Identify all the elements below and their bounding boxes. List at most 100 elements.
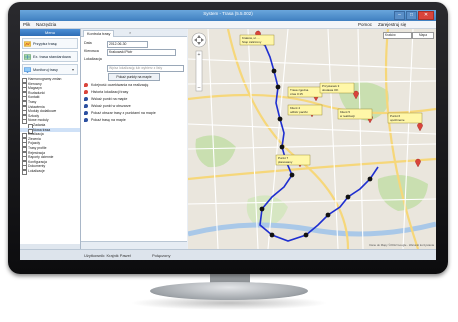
standard-route-label: Ex. trasa standardowa — [33, 54, 71, 59]
title-bar: System - Trasa (5.5.002) – □ ✕ — [20, 10, 436, 21]
tree-item[interactable]: Lokalizacje — [20, 169, 80, 175]
window-title: System - Trasa (5.5.002) — [203, 11, 253, 16]
map-options-list: Kolejność oczekiwania na realizację Histo… — [81, 82, 187, 123]
status-bar: Użytkownik: Krajnik Paweł Połączony — [20, 249, 436, 260]
location-label: Lokalizacja — [84, 57, 102, 61]
map-option-label: Wskaż punkt na mapie — [91, 96, 128, 101]
map-info-popup[interactable]: Punkt 6opóźnienie — [387, 112, 423, 124]
route-stop-marker[interactable] — [289, 172, 295, 178]
driver-select[interactable]: Krakowski Piotr — [107, 48, 176, 56]
map-option-item[interactable]: Wskaż punkt na mapie — [81, 96, 187, 102]
driver-row: Kierowca Krakowski Piotr — [81, 48, 187, 56]
maximize-button[interactable]: □ — [406, 11, 417, 20]
popup-text: Stop zaliczony — [242, 40, 262, 44]
map-type-select[interactable]: Mapa — [412, 32, 434, 39]
stage: System - Trasa (5.5.002) – □ ✕ Plik Narz… — [0, 0, 458, 322]
map-option-item[interactable]: Pokaż obszar trasy z punktami na mapie — [81, 110, 187, 116]
navigation-tree: Harmonogramy zmian Kierowcy Magazyn Rozładu… — [20, 77, 80, 175]
popup-text: opóźnienie — [390, 118, 405, 122]
action-row: Pokaż punkty na mapie — [81, 73, 187, 81]
date-field[interactable]: 2012-06-30 — [107, 40, 148, 48]
popup-text: w realizacji — [340, 114, 355, 118]
monitor-routes-label: Monitoruj trasy — [33, 67, 58, 72]
monitor-base — [150, 282, 308, 300]
route-stop-marker[interactable] — [345, 194, 351, 200]
menu-help[interactable]: Pomoc — [358, 22, 372, 27]
date-row: Data 2012-06-30 — [81, 40, 187, 48]
map-search-input[interactable]: Kraków — [383, 32, 412, 39]
popup-text: planowany — [278, 160, 293, 164]
menu-register[interactable]: Zarejestruj się — [378, 22, 406, 27]
popup-text: odbiór paczki — [290, 110, 308, 114]
route-stop-marker[interactable] — [275, 84, 281, 90]
map-info-popup[interactable]: Kraków, ul. ...Stop zaliczony — [239, 34, 275, 46]
svg-text:+: + — [198, 52, 201, 58]
map-option-label: Wskaż punkt w obszarze — [91, 103, 131, 108]
status-user: Użytkownik: Krajnik Paweł — [84, 253, 131, 258]
map-pin-icon — [84, 104, 88, 108]
monitor-icon — [24, 66, 31, 73]
location-search-row: Wpisz lokalizację lub wybierz z listy — [81, 64, 187, 72]
route-stop-marker[interactable] — [269, 232, 275, 238]
map-info-popup[interactable]: Trasa zgodnaczas 0:15 — [287, 86, 323, 98]
map-pin-icon — [84, 83, 88, 87]
window-controls: – □ ✕ — [394, 11, 434, 20]
map-info-popup[interactable]: Klient 5w realizacji — [337, 108, 373, 120]
map-canvas[interactable]: Kraków, ul. ...Stop zaliczony Trasa zgodn… — [188, 29, 436, 249]
map-pin-icon — [84, 90, 88, 94]
map-option-label: Pokaż obszar trasy z punktami na mapie — [91, 110, 156, 115]
assign-route-label: Przypisz trasę — [33, 41, 57, 46]
route-control-panel: Kontrola trasy × Data 2012-06-30 Kierowc… — [81, 29, 187, 249]
location-search-input[interactable]: Wpisz lokalizację lub wybierz z listy — [107, 64, 184, 72]
map-option-item[interactable]: Wskaż punkt w obszarze — [81, 103, 187, 109]
location-row: Lokalizacja — [81, 57, 187, 63]
tab-route-control[interactable]: Kontrola trasy — [83, 30, 115, 37]
route-stop-marker[interactable] — [277, 116, 283, 122]
map-option-label: Pokaż trasę na mapie — [91, 117, 126, 122]
left-panel-header: Menu — [20, 29, 80, 36]
chevron-down-icon: ▾ — [71, 67, 74, 72]
route-stop-marker[interactable] — [367, 176, 373, 182]
map-option-label: Kolejność oczekiwania na realizację — [91, 82, 149, 87]
menu-tools[interactable]: Narzędzia — [36, 22, 56, 27]
map-option-item[interactable]: Kolejność oczekiwania na realizację — [81, 82, 187, 88]
route-icon — [24, 40, 31, 47]
route-stop-marker[interactable] — [271, 68, 277, 74]
assign-route-button[interactable]: Przypisz trasę — [22, 38, 78, 49]
map-pin-icon — [84, 111, 88, 115]
driver-label: Kierowca — [84, 49, 99, 53]
menu-file[interactable]: Plik — [23, 22, 30, 27]
menu-bar: Plik Narzędzia Pomoc Zarejestruj się — [20, 21, 436, 29]
map-option-item[interactable]: Historia lokalizacji trasy — [81, 89, 187, 95]
svg-text:–: – — [198, 85, 201, 91]
minimize-button[interactable]: – — [394, 11, 405, 20]
route-stop-marker[interactable] — [259, 206, 265, 212]
route-stop-marker[interactable] — [303, 232, 309, 238]
date-label: Data — [84, 41, 92, 45]
tab-row: Kontrola trasy × — [81, 29, 187, 37]
popup-text: czas 0:15 — [290, 92, 303, 96]
standard-route-button[interactable]: Ex. trasa standardowa — [22, 51, 78, 62]
status-connection: Połączony — [152, 253, 171, 258]
monitor-routes-button[interactable]: Monitoruj trasy ▾ — [22, 64, 78, 75]
app-window: System - Trasa (5.5.002) – □ ✕ Plik Narz… — [20, 10, 436, 260]
left-panel: Menu Przypisz trasę Ex. trasa standardow… — [20, 29, 81, 249]
map-option-label: Historia lokalizacji trasy — [91, 89, 129, 94]
map-zoom-control[interactable]: + – — [195, 50, 203, 92]
map-option-item[interactable]: Pokaż trasę na mapie — [81, 117, 187, 123]
route-stop-marker[interactable] — [279, 144, 285, 150]
close-button[interactable]: ✕ — [418, 11, 434, 20]
close-tab-icon[interactable]: × — [129, 30, 134, 35]
map-info-popup[interactable]: Przystanek 3dostawa OK — [319, 82, 355, 94]
route-stop-marker[interactable] — [325, 212, 331, 218]
map-info-popup[interactable]: Punkt 7planowany — [275, 154, 311, 166]
map-pin-icon — [84, 118, 88, 122]
map-view[interactable]: Kraków, ul. ... Stop zaliczony Trasa zgodn… — [188, 29, 436, 249]
middle-panel-footer — [81, 241, 187, 249]
map-info-popup[interactable]: Klient 4odbiór paczki — [287, 104, 323, 116]
map-credit: Dane do Mapy ©2012 Google - Warunki korz… — [369, 243, 434, 247]
map-pin-icon — [84, 97, 88, 101]
map-pan-control[interactable] — [191, 32, 207, 48]
show-points-button[interactable]: Pokaż punkty na mapie — [108, 73, 160, 81]
map-icon — [24, 53, 31, 60]
